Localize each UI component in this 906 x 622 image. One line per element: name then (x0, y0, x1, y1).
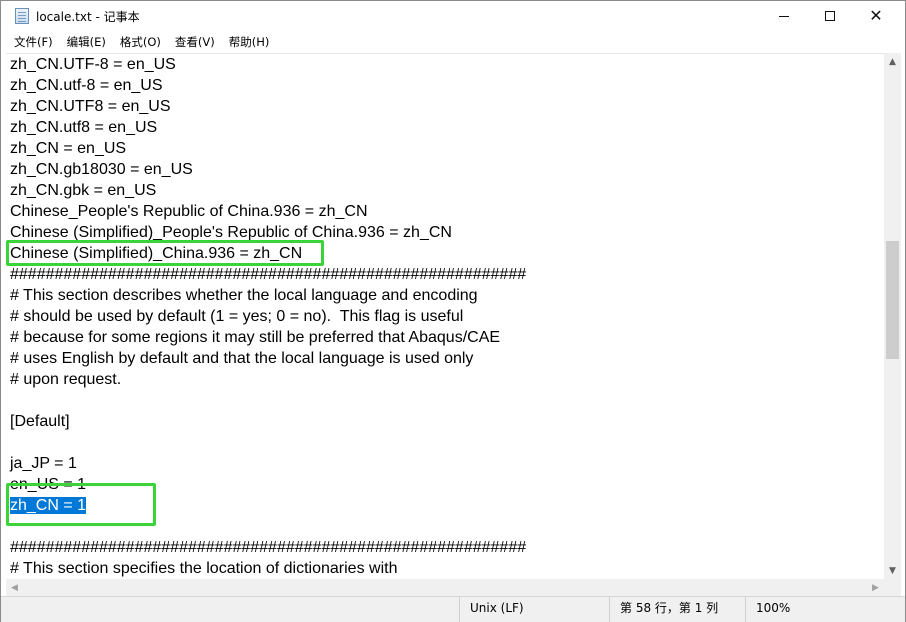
text-line-content: ########################################… (10, 539, 527, 556)
text-line-content: # should be used by default (1 = yes; 0 … (10, 308, 464, 325)
status-cursor-position: 第 58 行，第 1 列 (609, 597, 745, 622)
notepad-window: locale.txt - 记事本 ✕ 文件(F) 编辑(E) 格式(O) 查看(… (0, 0, 906, 622)
scroll-right-icon[interactable]: ▶ (867, 579, 884, 596)
text-line[interactable]: # because for some regions it may still … (10, 327, 500, 348)
text-line[interactable]: zh_CN.gbk = en_US (10, 180, 156, 201)
text-line[interactable]: ja_JP = 1 (10, 453, 77, 474)
text-line[interactable]: zh_CN = 1 (10, 495, 87, 516)
text-line-content: zh_CN.UTF8 = en_US (10, 98, 171, 115)
status-line-ending: Unix (LF) (459, 597, 609, 622)
text-line-content: ja_JP = 1 (10, 455, 77, 472)
text-line[interactable]: Chinese (Simplified)_China.936 = zh_CN (10, 243, 302, 264)
minimize-button[interactable] (761, 1, 807, 31)
text-line-content: en_US = 1 (10, 476, 87, 493)
text-line[interactable]: # This section describes whether the loc… (10, 285, 478, 306)
text-line[interactable]: Chinese_People's Republic of China.936 =… (10, 201, 368, 222)
text-line-content: Chinese (Simplified)_China.936 = zh_CN (10, 245, 303, 262)
status-zoom: 100% (745, 597, 905, 622)
vertical-scroll-thumb[interactable] (886, 241, 899, 359)
text-line[interactable]: en_US = 1 (10, 474, 86, 495)
text-line-content: # upon request. (10, 371, 122, 388)
text-line-content: [Default] (10, 413, 70, 430)
text-line-content: zh_CN.utf8 = en_US (10, 119, 158, 136)
text-line-content: zh_CN.utf-8 = en_US (10, 77, 163, 94)
text-line[interactable]: zh_CN.gb18030 = en_US (10, 159, 193, 180)
menu-help[interactable]: 帮助(H) (222, 31, 277, 51)
text-line-content: zh_CN.gb18030 = en_US (10, 161, 193, 178)
text-line[interactable]: ########################################… (10, 537, 526, 558)
menu-bar: 文件(F) 编辑(E) 格式(O) 查看(V) 帮助(H) (1, 31, 905, 51)
text-line[interactable]: zh_CN.utf-8 = en_US (10, 75, 163, 96)
text-line-content: # uses English by default and that the l… (10, 350, 474, 367)
status-bar: Unix (LF) 第 58 行，第 1 列 100% (1, 596, 905, 622)
scroll-down-icon[interactable]: ▼ (884, 562, 901, 579)
close-button[interactable]: ✕ (853, 1, 899, 31)
text-line[interactable]: # This section specifies the location of… (10, 558, 397, 579)
text-line-content: # because for some regions it may still … (10, 329, 501, 346)
scrollbar-corner (884, 579, 901, 596)
text-line[interactable]: zh_CN.UTF8 = en_US (10, 96, 171, 117)
menu-file[interactable]: 文件(F) (7, 31, 60, 51)
text-line[interactable]: zh_CN = en_US (10, 138, 126, 159)
scroll-left-icon[interactable]: ◀ (6, 579, 23, 596)
text-line[interactable]: # upon request. (10, 369, 121, 390)
maximize-button[interactable] (807, 1, 853, 31)
menu-format[interactable]: 格式(O) (113, 31, 168, 51)
text-line-content: Chinese (Simplified)_People's Republic o… (10, 224, 452, 241)
scroll-up-icon[interactable]: ▲ (884, 53, 901, 70)
text-line-content: ########################################… (10, 266, 527, 283)
text-line[interactable]: Chinese (Simplified)_People's Republic o… (10, 222, 452, 243)
close-icon: ✕ (869, 6, 883, 25)
text-line-content: zh_CN.UTF-8 = en_US (10, 56, 176, 73)
text-editor-area[interactable]: # This section specifies the location of… (6, 53, 884, 579)
text-line-content: zh_CN = 1 (10, 497, 87, 514)
horizontal-scrollbar[interactable]: ◀ ▶ (6, 579, 884, 596)
text-line[interactable]: zh_CN.UTF-8 = en_US (10, 54, 176, 75)
notepad-app-icon (15, 8, 29, 24)
text-line[interactable]: ########################################… (10, 264, 526, 285)
text-line-content: zh_CN = en_US (10, 140, 127, 157)
menu-view[interactable]: 查看(V) (168, 31, 222, 51)
window-title: locale.txt - 记事本 (36, 10, 140, 24)
text-line-content: # This section describes whether the loc… (10, 287, 478, 304)
title-bar[interactable]: locale.txt - 记事本 ✕ (1, 1, 905, 31)
text-line[interactable]: [Default] (10, 411, 70, 432)
text-line-content: zh_CN.gbk = en_US (10, 182, 157, 199)
menu-edit[interactable]: 编辑(E) (60, 31, 113, 51)
vertical-scrollbar[interactable]: ▲ ▼ (884, 53, 901, 579)
text-line[interactable]: # should be used by default (1 = yes; 0 … (10, 306, 463, 327)
maximize-icon (825, 11, 835, 21)
text-line[interactable]: zh_CN.utf8 = en_US (10, 117, 157, 138)
text-line-content: Chinese_People's Republic of China.936 =… (10, 203, 368, 220)
text-line-content: # This section specifies the location of… (10, 560, 398, 577)
minimize-icon (779, 15, 789, 17)
text-line[interactable]: # uses English by default and that the l… (10, 348, 473, 369)
